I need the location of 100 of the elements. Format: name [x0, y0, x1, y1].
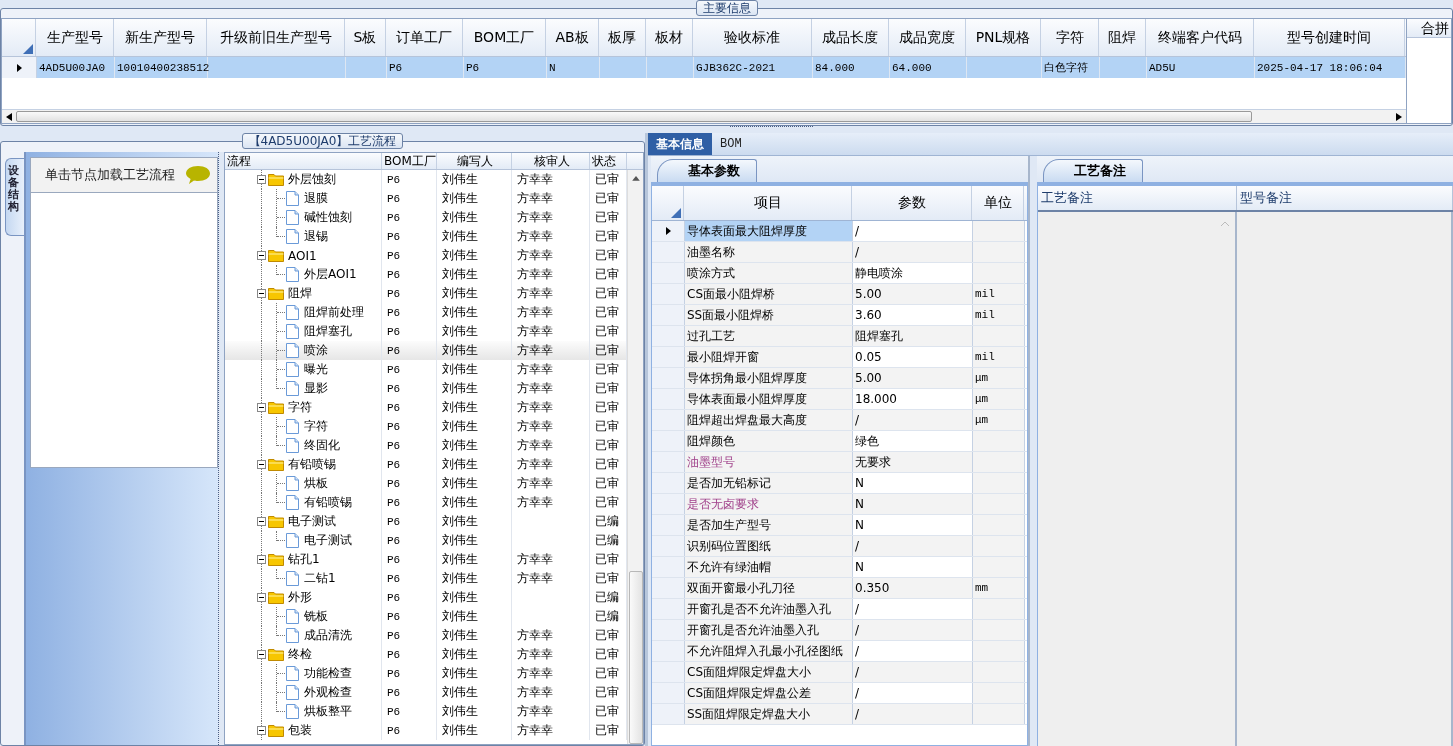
tree-node[interactable]: 包装 — [288, 722, 312, 739]
column-header[interactable]: 板厚 — [599, 19, 646, 56]
table-row[interactable]: 导体表面最大阻焊厚度 / — [652, 221, 1027, 242]
tree-node[interactable]: 烘板整平 — [304, 703, 352, 720]
table-row[interactable]: 喷涂方式 静电喷涂 — [652, 263, 1027, 284]
tree-node[interactable]: 终固化 — [304, 437, 340, 454]
column-header[interactable]: 型号创建时间 — [1254, 19, 1405, 56]
tree-node[interactable]: 字符 — [288, 399, 312, 416]
tree-node[interactable]: 字符 — [304, 418, 328, 435]
collapse-toggle-icon[interactable] — [257, 289, 266, 298]
column-header[interactable]: 核审人 — [512, 153, 590, 169]
table-row[interactable]: 不允许阻焊入孔最小孔径图纸 / — [652, 641, 1027, 662]
tree-node[interactable]: 二钻1 — [304, 570, 336, 587]
tab[interactable]: 基本信息 — [648, 133, 712, 155]
tree-node[interactable]: 外观检查 — [304, 684, 352, 701]
table-row[interactable]: SS面阻焊限定焊盘大小 / — [652, 704, 1027, 725]
tree-node[interactable]: 阻焊塞孔 — [304, 323, 352, 340]
column-header[interactable]: 单位 — [972, 186, 1024, 220]
tree-node[interactable]: 电子测试 — [288, 513, 336, 530]
column-header[interactable]: PNL规格 — [966, 19, 1041, 56]
column-header[interactable]: 阻焊 — [1099, 19, 1146, 56]
tree-node[interactable]: 阻焊前处理 — [304, 304, 364, 321]
scroll-left-icon[interactable] — [6, 112, 12, 121]
tab[interactable]: BOM — [712, 133, 750, 155]
column-header[interactable]: 编写人 — [437, 153, 512, 169]
table-row[interactable]: SS面最小阻焊桥 3.60 mil — [652, 305, 1027, 326]
table-row[interactable]: 是否加无铅标记 N — [652, 473, 1027, 494]
row-header[interactable] — [652, 221, 685, 241]
column-header[interactable]: 字符 — [1041, 19, 1099, 56]
column-header[interactable]: AB板 — [546, 19, 599, 56]
tree-node[interactable]: 外形 — [288, 589, 312, 606]
column-header[interactable]: 成品长度 — [812, 19, 889, 56]
collapse-toggle-icon[interactable] — [257, 555, 266, 564]
column-header[interactable]: 工艺备注 — [1038, 186, 1237, 210]
column-header[interactable]: 项目 — [684, 186, 852, 220]
tree-node[interactable]: 有铅喷锡 — [304, 494, 352, 511]
tree-node[interactable]: 烘板 — [304, 475, 328, 492]
column-header[interactable]: 型号备注 — [1237, 186, 1453, 210]
table-row[interactable]: 油墨名称 / — [652, 242, 1027, 263]
collapse-toggle-icon[interactable] — [257, 175, 266, 184]
side-tab[interactable]: 设备结构 — [5, 158, 24, 236]
table-row[interactable]: 过孔工艺 阻焊塞孔 — [652, 326, 1027, 347]
table-row[interactable]: 开窗孔是否不允许油墨入孔 / — [652, 599, 1027, 620]
table-row[interactable]: 识别码位置图纸 / — [652, 536, 1027, 557]
column-header[interactable]: BOM工厂 — [382, 153, 437, 169]
tab[interactable]: 基本参数 — [657, 159, 757, 182]
collapse-toggle-icon[interactable] — [257, 460, 266, 469]
tree-node[interactable]: 终检 — [288, 646, 312, 663]
table-row[interactable]: 导体表面最小阻焊厚度 18.000 μm — [652, 389, 1027, 410]
tree-node[interactable]: 退锡 — [304, 228, 328, 245]
table-row[interactable]: 油墨型号 无要求 — [652, 452, 1027, 473]
column-header[interactable]: 流程 — [225, 153, 382, 169]
table-row[interactable]: 开窗孔是否允许油墨入孔 / — [652, 620, 1027, 641]
column-header[interactable]: 生产型号 — [36, 19, 114, 56]
table-row[interactable]: CS面阻焊限定焊盘大小 / — [652, 662, 1027, 683]
tree-node[interactable]: 铣板 — [304, 608, 328, 625]
scroll-right-icon[interactable] — [1396, 112, 1402, 121]
tree-node[interactable]: 有铅喷锡 — [288, 456, 336, 473]
scroll-up-icon[interactable] — [631, 176, 640, 181]
column-header[interactable]: 新生产型号 — [114, 19, 207, 56]
splitter-handle[interactable] — [218, 152, 224, 745]
table-row[interactable]: 双面开窗最小孔刀径 0.350 mm — [652, 578, 1027, 599]
tree-node[interactable]: 碱性蚀刻 — [304, 209, 352, 226]
column-header[interactable]: 板材 — [646, 19, 693, 56]
column-header[interactable]: 终端客户代码 — [1146, 19, 1254, 56]
collapse-toggle-icon[interactable] — [257, 251, 266, 260]
tree-node[interactable]: 阻焊 — [288, 285, 312, 302]
table-row[interactable]: 阻焊颜色 绿色 — [652, 431, 1027, 452]
tree-node[interactable]: 退膜 — [304, 190, 328, 207]
vertical-scrollbar[interactable] — [627, 170, 643, 744]
column-header[interactable]: S板 — [345, 19, 386, 56]
horizontal-scrollbar[interactable] — [2, 109, 1406, 123]
table-row[interactable]: 阻焊超出焊盘最大高度 / μm — [652, 410, 1027, 431]
tree-node[interactable]: 曝光 — [304, 361, 328, 378]
table-row[interactable]: 不允许有绿油帽 N — [652, 557, 1027, 578]
table-row[interactable]: 是否无卤要求 N — [652, 494, 1027, 515]
column-header[interactable]: 成品宽度 — [889, 19, 966, 56]
tab[interactable]: 工艺备注 — [1043, 159, 1143, 182]
table-row[interactable]: 4AD5U00JA0 10010400238512 P6 P6 N GJB362C-2021 84.000 64.000 白色字符 AD5U 2025-04-17 18:06:04 — [2, 57, 1406, 78]
row-header[interactable] — [2, 57, 37, 78]
column-header[interactable]: 状态 — [590, 153, 627, 169]
tree-node[interactable]: 显影 — [304, 380, 328, 397]
collapse-toggle-icon[interactable] — [257, 650, 266, 659]
table-row[interactable]: 是否加生产型号 N — [652, 515, 1027, 536]
table-row[interactable]: CS面最小阻焊桥 5.00 mil — [652, 284, 1027, 305]
tree-node[interactable]: 外层蚀刻 — [288, 171, 336, 188]
column-header[interactable]: 参数 — [852, 186, 972, 220]
collapse-toggle-icon[interactable] — [257, 517, 266, 526]
collapse-toggle-icon[interactable] — [257, 726, 266, 735]
tree-node[interactable]: 成品清洗 — [304, 627, 352, 644]
tree-node[interactable]: 钻孔1 — [288, 551, 320, 568]
tree-node[interactable]: 功能检查 — [304, 665, 352, 682]
table-row[interactable]: 最小阻焊开窗 0.05 mil — [652, 347, 1027, 368]
tree-node[interactable]: 外层AOI1 — [304, 266, 357, 283]
column-header[interactable]: BOM工厂 — [463, 19, 546, 56]
column-header[interactable]: 升级前旧生产型号 — [207, 19, 345, 56]
collapse-toggle-icon[interactable] — [257, 403, 266, 412]
table-row[interactable]: 导体拐角最小阻焊厚度 5.00 μm — [652, 368, 1027, 389]
tree-node[interactable]: 喷涂 — [304, 342, 328, 359]
column-header[interactable]: 订单工厂 — [386, 19, 463, 56]
